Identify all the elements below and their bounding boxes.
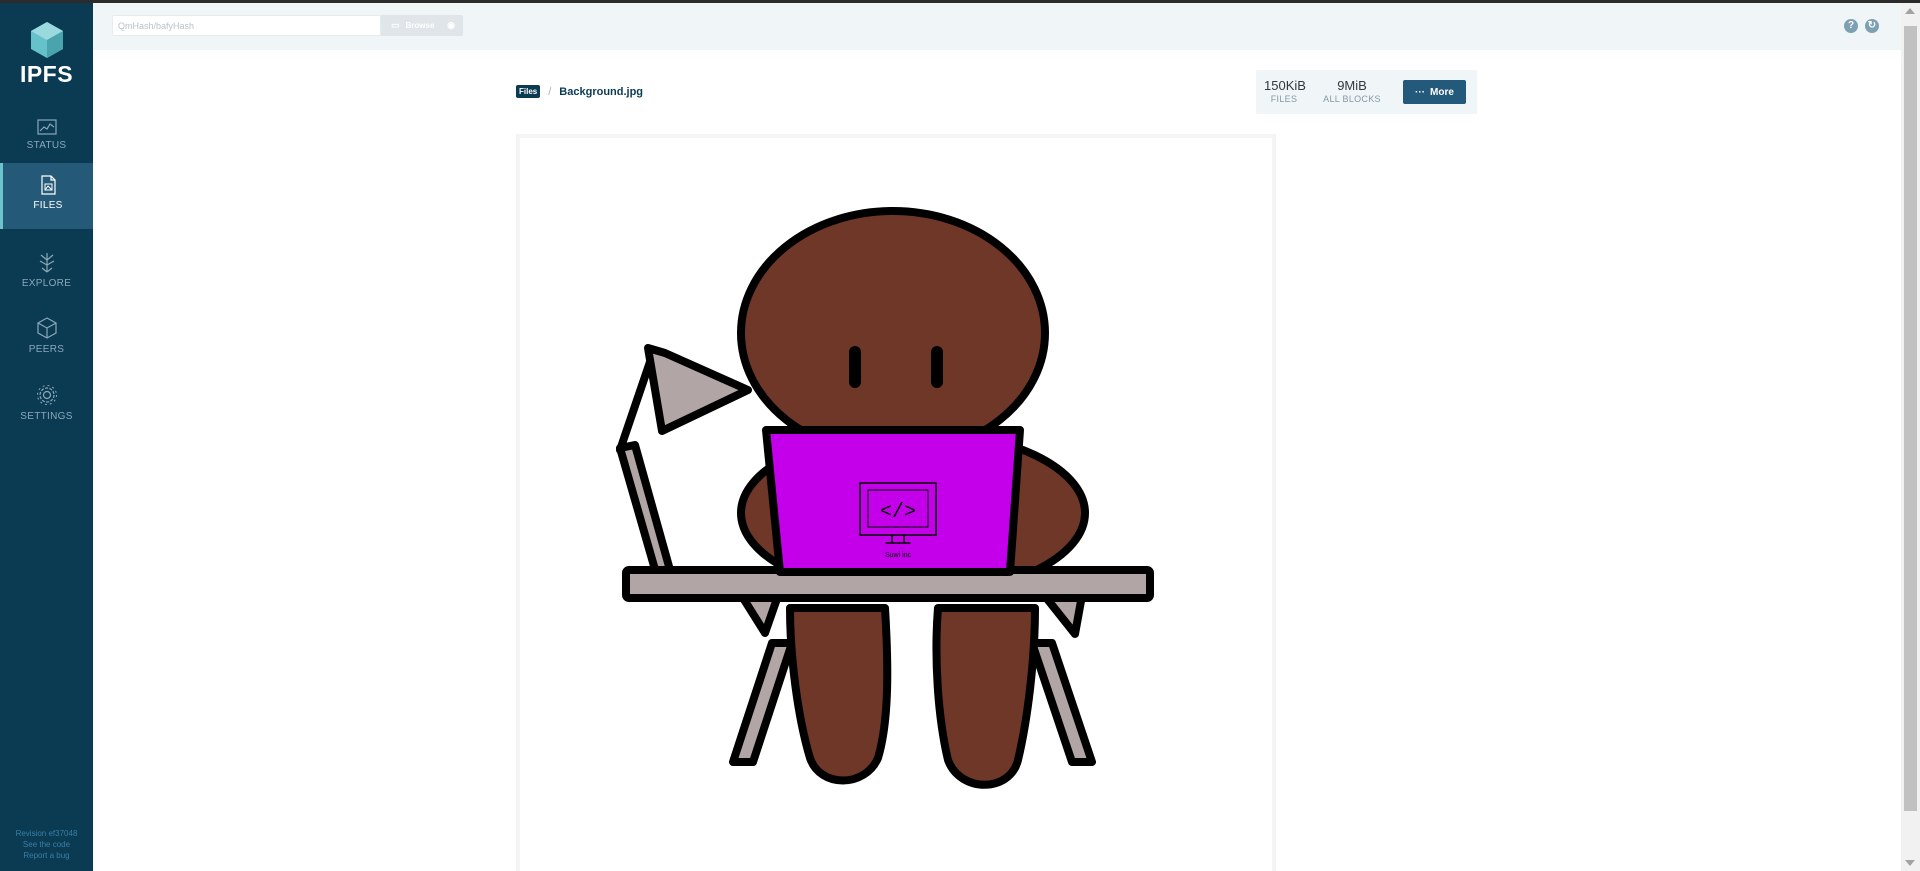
vertical-scrollbar[interactable] [1901, 3, 1920, 871]
browse-button-label: Browse [405, 21, 435, 30]
breadcrumb: Files / Background.jpg [516, 85, 643, 98]
monitor-caption: Suwi inc [885, 552, 912, 559]
explore-tree-icon [39, 253, 54, 273]
status-chart-icon [36, 119, 57, 135]
sidebar-item-files[interactable]: FILES [0, 163, 93, 229]
sidebar-item-label: STATUS [26, 140, 67, 151]
sidebar-item-peers[interactable]: PEERS [0, 305, 93, 371]
ipfs-logo[interactable]: IPFS [0, 21, 93, 88]
sidebar: IPFS STATUS FILES EXPLORE PEERS SETTINGS… [0, 3, 93, 871]
scrollbar-thumb[interactable] [1904, 26, 1917, 811]
revision-link[interactable]: Revision ef37048 [0, 828, 93, 839]
app-name: IPFS [19, 61, 74, 87]
character-right-leg [932, 604, 1039, 789]
hash-search-input[interactable] [112, 15, 381, 36]
character-right-eye [931, 346, 943, 388]
more-button-label: More [1430, 86, 1454, 98]
character-left-leg [786, 604, 892, 785]
help-icon[interactable]: ? [1844, 19, 1858, 33]
sidebar-item-label: PEERS [28, 344, 65, 355]
breadcrumb-separator: / [548, 85, 552, 98]
chair-leg-left [729, 639, 796, 766]
report-bug-link[interactable]: Report a bug [0, 850, 93, 861]
character-head [737, 207, 1049, 459]
files-size-value: 150KiB [1264, 78, 1306, 93]
sidebar-footer: Revision ef37048 See the code Report a b… [0, 828, 93, 861]
chair-leg-right [1028, 639, 1096, 766]
all-blocks-value: 9MiB [1337, 78, 1367, 93]
character-at-desk-illustration: </> Suwi inc [616, 207, 1154, 789]
ipfs-cube-logo-icon [30, 22, 63, 58]
scroll-down-arrow-icon[interactable] [1905, 860, 1915, 866]
sidebar-item-label: SETTINGS [20, 411, 73, 422]
repo-stats-box: 150KiB FILES 9MiB ALL BLOCKS ··· More [1256, 70, 1477, 114]
file-image-preview: </> Suwi inc [516, 134, 1276, 871]
browse-button[interactable]: ▭ Browse ◉ [381, 15, 463, 36]
code-tag-glyph: </> [880, 501, 916, 524]
more-dots-icon: ··· [1415, 86, 1426, 98]
sidebar-item-settings[interactable]: SETTINGS [0, 372, 93, 438]
files-size-label: FILES [1270, 94, 1298, 104]
lamp-stand [616, 441, 674, 577]
scroll-up-arrow-icon[interactable] [1905, 8, 1915, 14]
breadcrumb-files-root[interactable]: Files [516, 85, 541, 98]
files-size-stat: 150KiB FILES [1264, 78, 1306, 104]
sidebar-item-explore[interactable]: EXPLORE [0, 239, 93, 305]
folder-icon: ▭ [391, 20, 400, 30]
eye-icon[interactable]: ◉ [447, 20, 455, 31]
character-left-eye [849, 346, 861, 388]
peers-cube-icon [36, 317, 57, 339]
more-button[interactable]: ··· More [1403, 80, 1466, 104]
settings-gear-icon [36, 385, 57, 405]
all-blocks-label: ALL BLOCKS [1323, 94, 1381, 104]
top-bar: ▭ Browse ◉ ? ↻ [93, 3, 1901, 50]
breadcrumb-current-file[interactable]: Background.jpg [559, 86, 643, 98]
lamp-shade [644, 344, 752, 435]
files-icon [41, 175, 56, 195]
all-blocks-stat: 9MiB ALL BLOCKS [1323, 78, 1381, 104]
sidebar-item-label: FILES [33, 200, 63, 211]
sidebar-item-label: EXPLORE [21, 278, 72, 289]
language-icon[interactable]: ↻ [1865, 19, 1879, 33]
see-code-link[interactable]: See the code [0, 839, 93, 850]
